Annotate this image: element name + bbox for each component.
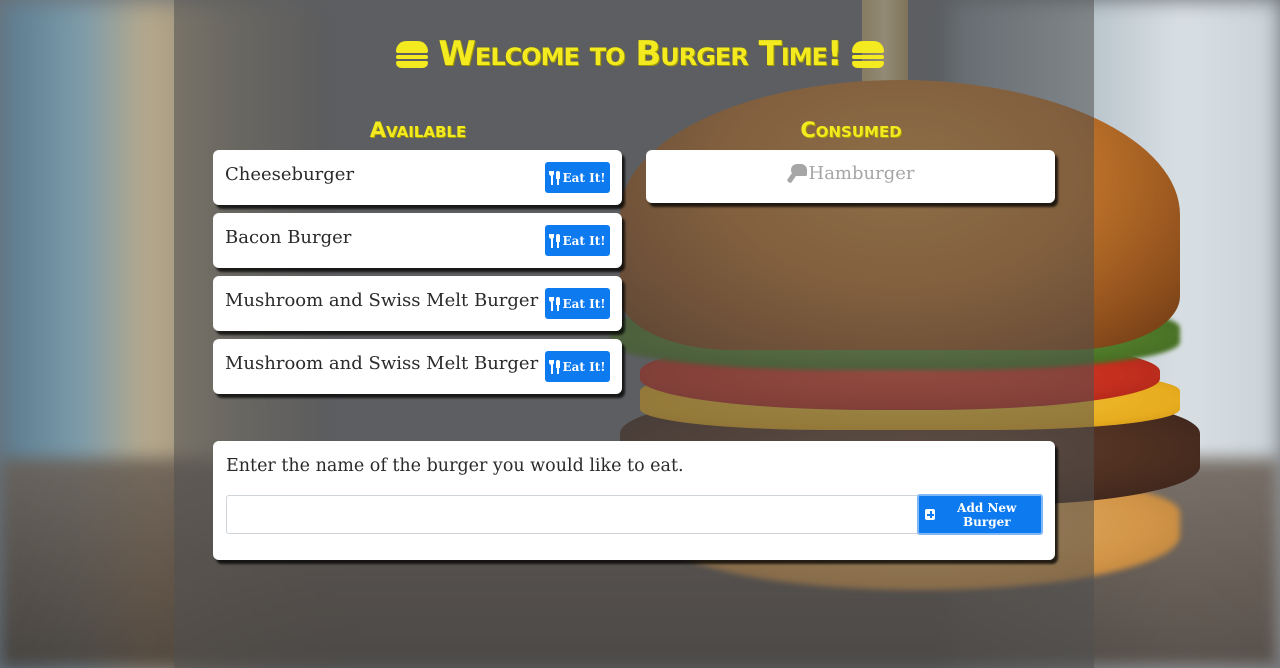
- consumed-heading: Consumed: [800, 118, 902, 142]
- burger-name-label: Enter the name of the burger you would l…: [226, 456, 684, 476]
- utensils-icon: [549, 170, 561, 185]
- drumstick-bite-icon: [786, 163, 807, 184]
- add-burger-form: Enter the name of the burger you would l…: [213, 441, 1055, 560]
- hamburger-icon: [395, 39, 428, 69]
- page-title: Welcome to Burger Time!: [0, 34, 1280, 74]
- utensils-icon: [549, 233, 561, 248]
- available-burger-card: Mushroom and Swiss Melt Burger Eat It!: [213, 339, 622, 394]
- utensils-icon: [549, 359, 561, 374]
- available-heading: Available: [369, 118, 467, 142]
- consumed-burger-item: Hamburger: [786, 163, 915, 184]
- available-burger-card: Bacon Burger Eat It!: [213, 213, 622, 268]
- plus-square-icon: [925, 509, 935, 520]
- add-new-burger-label: Add New Burger: [957, 500, 1017, 529]
- burger-name: Mushroom and Swiss Melt Burger: [225, 290, 539, 311]
- eat-it-button[interactable]: Eat It!: [545, 351, 610, 382]
- consumed-burger-name: Hamburger: [808, 163, 915, 184]
- available-burger-card: Cheeseburger Eat It!: [213, 150, 622, 205]
- eat-it-label: Eat It!: [562, 296, 606, 311]
- utensils-icon: [549, 296, 561, 311]
- add-new-burger-button[interactable]: Add New Burger: [917, 494, 1043, 535]
- eat-it-button[interactable]: Eat It!: [545, 162, 610, 193]
- page-title-text: Welcome to Burger Time!: [438, 34, 842, 74]
- consumed-burger-card: Hamburger: [646, 150, 1055, 203]
- available-burger-card: Mushroom and Swiss Melt Burger Eat It!: [213, 276, 622, 331]
- burger-name-input[interactable]: [226, 495, 918, 534]
- burger-name: Mushroom and Swiss Melt Burger: [225, 353, 539, 374]
- eat-it-button[interactable]: Eat It!: [545, 225, 610, 256]
- burger-name: Cheeseburger: [225, 164, 355, 185]
- eat-it-label: Eat It!: [562, 359, 606, 374]
- hamburger-icon: [852, 39, 885, 69]
- burger-name: Bacon Burger: [225, 227, 352, 248]
- eat-it-label: Eat It!: [562, 170, 606, 185]
- eat-it-button[interactable]: Eat It!: [545, 288, 610, 319]
- content-panel: [174, 0, 1094, 668]
- eat-it-label: Eat It!: [562, 233, 606, 248]
